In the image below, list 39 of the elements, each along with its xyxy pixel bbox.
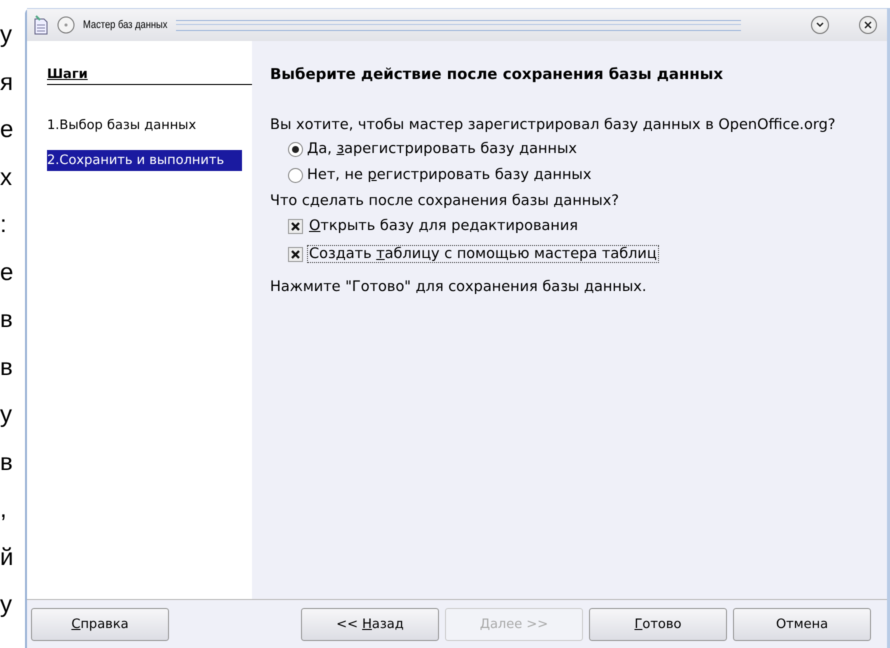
radio-button[interactable] [288, 142, 303, 156]
background-letter: я [0, 70, 14, 96]
background-letter: в [0, 450, 14, 476]
radio-label: Нет, не регистрировать базу данных [307, 167, 592, 183]
checkbox[interactable] [288, 246, 303, 262]
window-title: Мастер баз данных [83, 19, 168, 31]
background-letter: е [0, 117, 14, 143]
checkbox-label: Открыть базу для редактирования [308, 217, 580, 235]
hint-text: Нажмите "Готово" для сохранения базы данных. [270, 279, 646, 295]
close-icon [864, 21, 872, 29]
background-letter: х [0, 164, 13, 190]
background-letter: : [0, 212, 8, 238]
nav-button[interactable]: << Назад [301, 608, 439, 640]
background-letter: , [0, 497, 8, 523]
background-letter: у [0, 592, 13, 618]
radio-label: Да, зарегистрировать базу данных [307, 141, 577, 157]
checkbox-label: Создать таблицу с помощью мастера таблиц [307, 245, 659, 263]
close-button[interactable] [859, 16, 877, 34]
checkbox[interactable] [288, 218, 303, 234]
background-letter: в [0, 307, 14, 333]
background-letter: у [0, 402, 13, 428]
minimize-button[interactable] [811, 16, 829, 34]
nav-button[interactable]: Отмена [733, 608, 871, 640]
after-question: Что сделать после сохранения базы данных? [270, 193, 620, 209]
menu-button-icon[interactable] [57, 16, 75, 34]
background-letter: й [0, 544, 14, 570]
page-heading: Выберите действие после сохранения базы данных [270, 65, 724, 83]
radio-button[interactable] [288, 168, 303, 182]
caret-icon [816, 22, 824, 28]
background-letter: у [0, 22, 13, 48]
nav-button[interactable]: Готово [589, 608, 727, 640]
step-item[interactable]: 2.Сохранить и выполнить [47, 150, 242, 171]
step-item[interactable]: 1.Выбор базы данных [47, 115, 242, 136]
help-button[interactable]: Справка [31, 608, 169, 640]
register-question: Вы хотите, чтобы мастер зарегистрировал базу данных в OpenOffice.org? [270, 117, 836, 133]
database-icon [33, 15, 49, 35]
background-letter: в [0, 354, 14, 380]
steps-heading: Шаги [47, 67, 252, 85]
background-letter: е [0, 260, 14, 286]
